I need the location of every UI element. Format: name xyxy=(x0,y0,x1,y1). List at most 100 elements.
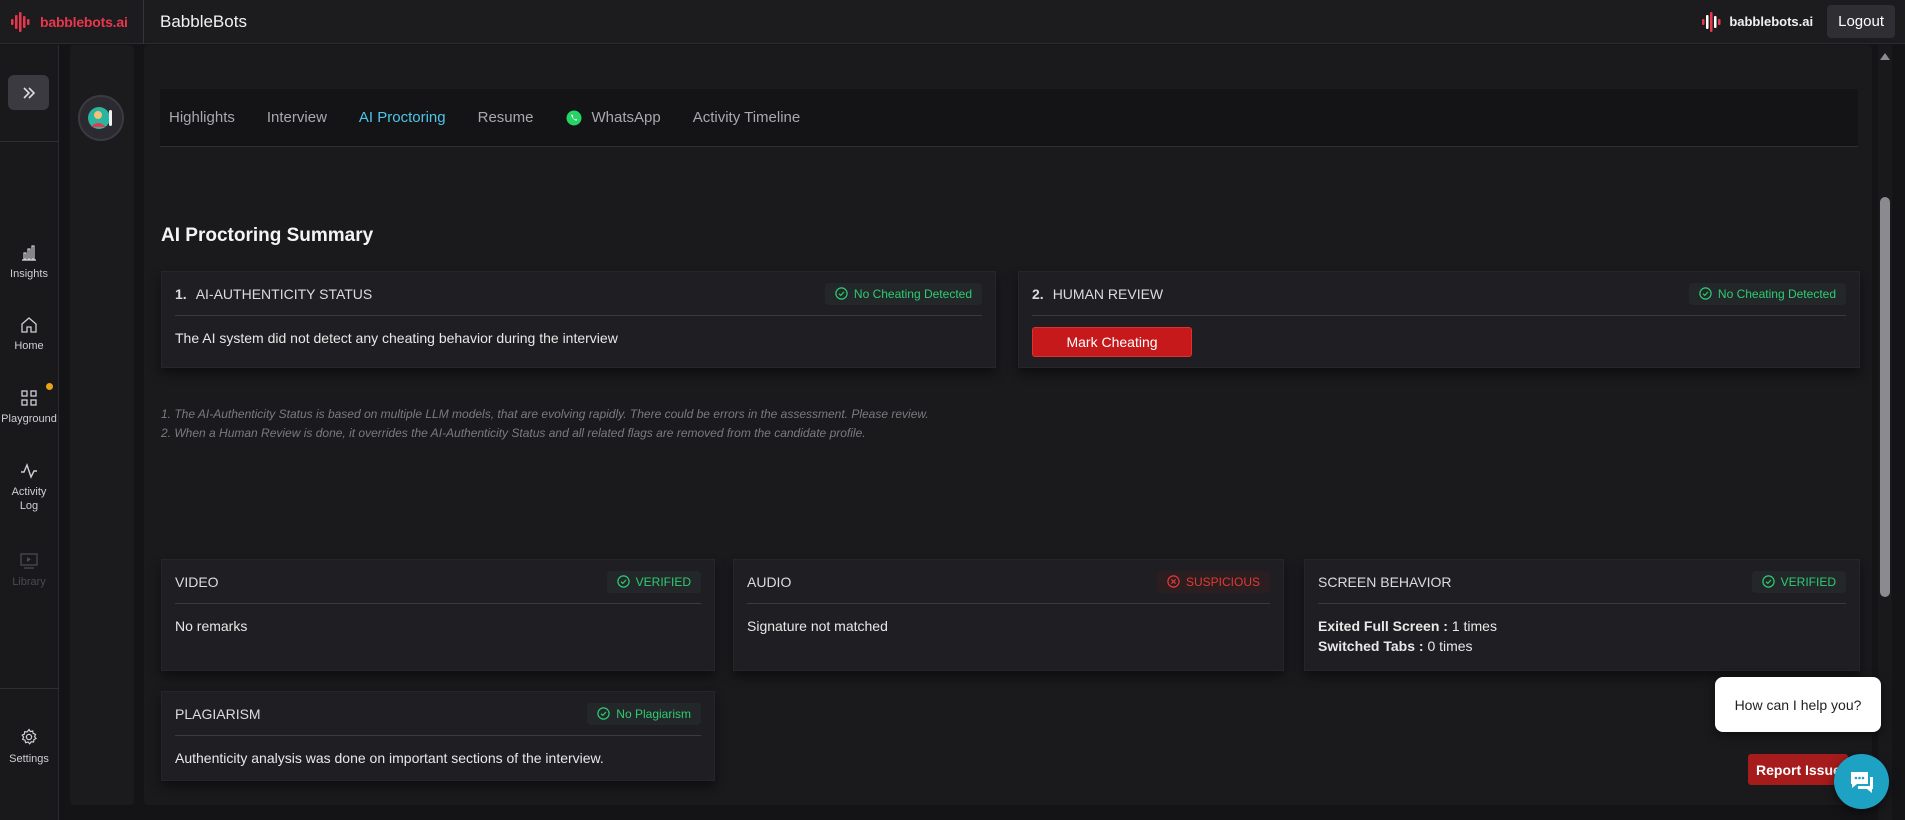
ai-authenticity-card: 1. AI-AUTHENTICITY STATUS No Cheating Det… xyxy=(161,271,996,368)
sidebar-item-playground[interactable]: Playground xyxy=(0,383,58,426)
status-badge: VERIFIED xyxy=(1751,570,1846,593)
tab-resume[interactable]: Resume xyxy=(478,109,534,126)
brand-small-logo: babblebots.ai xyxy=(1701,11,1814,32)
check-circle-icon xyxy=(1699,287,1712,300)
card-title: PLAGIARISM xyxy=(175,705,261,722)
home-icon xyxy=(21,317,37,333)
grid-icon xyxy=(21,390,37,406)
tab-label: Activity Timeline xyxy=(692,109,801,126)
status-badge: No Plagiarism xyxy=(587,702,701,725)
whatsapp-icon xyxy=(566,110,582,125)
exited-fullscreen-row: Exited Full Screen : 1 times xyxy=(1318,616,1497,636)
check-circle-icon xyxy=(835,287,848,300)
status-text: No Cheating Detected xyxy=(1717,286,1836,301)
double-chevron-right-icon xyxy=(22,86,35,99)
check-circle-icon xyxy=(1761,575,1775,588)
tab-label: WhatsApp xyxy=(591,109,661,126)
status-badge: No Cheating Detected xyxy=(1688,282,1846,305)
video-check-card: VIDEO VERIFIED No remarks xyxy=(161,559,715,671)
soundwave-logo-icon xyxy=(11,11,30,32)
card-title: VIDEO xyxy=(175,573,219,590)
card-header: SCREEN BEHAVIOR VERIFIED xyxy=(1318,560,1846,604)
report-issue-button[interactable]: Report Issue xyxy=(1748,754,1848,785)
tab-whatsapp[interactable]: WhatsApp xyxy=(565,109,661,127)
check-circle-icon xyxy=(597,707,610,720)
status-badge: No Cheating Detected xyxy=(824,282,982,305)
status-text: VERIFIED xyxy=(635,574,691,589)
brand-small-text: babblebots.ai xyxy=(1729,14,1814,29)
tab-highlights[interactable]: Highlights xyxy=(169,109,235,126)
tab-ai-proctoring[interactable]: AI Proctoring xyxy=(359,109,446,126)
avatar-illustration-icon xyxy=(88,107,112,129)
card-title: AUDIO xyxy=(747,573,792,590)
human-review-card: 2. HUMAN REVIEW No Cheating Detected Mark… xyxy=(1018,271,1860,368)
sidebar-divider xyxy=(0,141,59,142)
card-body: No remarks xyxy=(175,618,248,634)
logout-button[interactable]: Logout xyxy=(1827,5,1895,38)
chat-prompt-bubble[interactable]: How can I help you? xyxy=(1715,677,1881,732)
left-sidebar: Insights Home Playground Activity Log Li… xyxy=(0,45,59,820)
exited-value: 1 times xyxy=(1451,618,1497,634)
tab-label: Interview xyxy=(266,109,327,126)
card-body: Signature not matched xyxy=(747,618,888,634)
sidebar-item-insights[interactable]: Insights xyxy=(0,245,58,281)
mark-cheating-button[interactable]: Mark Cheating xyxy=(1032,327,1192,357)
tab-interview[interactable]: Interview xyxy=(267,109,327,126)
top-right-area: babblebots.ai Logout xyxy=(1701,5,1895,38)
sidebar-item-label: Activity Log xyxy=(11,486,47,512)
status-badge: VERIFIED xyxy=(606,570,701,593)
switched-value: 0 times xyxy=(1427,638,1473,654)
exited-label: Exited Full Screen : xyxy=(1318,618,1448,634)
soundwave-logo-icon xyxy=(1702,11,1721,32)
scroll-up-arrow-icon[interactable] xyxy=(1880,53,1890,60)
sidebar-item-label: Home xyxy=(14,340,44,352)
tab-activity-timeline[interactable]: Activity Timeline xyxy=(693,109,801,126)
notification-dot xyxy=(46,383,53,390)
card-header: AUDIO SUSPICIOUS xyxy=(747,560,1270,604)
sidebar-item-settings[interactable]: Settings xyxy=(0,728,58,766)
expand-sidebar-button[interactable] xyxy=(8,75,49,110)
top-bar: babblebots.ai BabbleBots babblebots.ai L… xyxy=(0,0,1905,44)
status-text: No Cheating Detected xyxy=(853,286,972,301)
card-number: 2. xyxy=(1032,285,1044,302)
bar-chart-icon xyxy=(22,245,36,261)
card-title-text: AI-AUTHENTICITY STATUS xyxy=(195,285,373,302)
library-icon xyxy=(20,553,38,569)
status-text: No Plagiarism xyxy=(616,706,691,721)
sidebar-item-label: Insights xyxy=(10,268,48,280)
sidebar-item-label: Library xyxy=(12,576,46,588)
status-text: SUSPICIOUS xyxy=(1185,574,1260,589)
card-header: PLAGIARISM No Plagiarism xyxy=(175,692,701,736)
status-badge: SUSPICIOUS xyxy=(1156,570,1270,593)
tab-label: AI Proctoring xyxy=(358,109,446,126)
check-circle-icon xyxy=(616,575,630,588)
switched-label: Switched Tabs : xyxy=(1318,638,1424,654)
sidebar-item-activity-log[interactable]: Activity Log xyxy=(0,463,58,513)
card-body: The AI system did not detect any cheatin… xyxy=(175,330,618,346)
scroll-thumb[interactable] xyxy=(1880,197,1890,597)
tab-label: Highlights xyxy=(169,109,235,126)
sidebar-divider xyxy=(0,688,59,689)
candidate-avatar[interactable] xyxy=(78,95,124,141)
tab-label: Resume xyxy=(477,109,534,126)
app-title: BabbleBots xyxy=(160,11,247,31)
tab-bar: Highlights Interview AI Proctoring Resum… xyxy=(160,89,1858,147)
gear-icon xyxy=(21,728,37,745)
brand-name: babblebots.ai xyxy=(40,13,128,30)
chat-launcher-button[interactable] xyxy=(1834,754,1889,809)
card-body: Authenticity analysis was done on import… xyxy=(175,750,604,766)
note-line: 2. When a Human Review is done, it overr… xyxy=(161,426,866,440)
section-title: AI Proctoring Summary xyxy=(161,225,374,246)
chat-bubble-icon xyxy=(1850,771,1873,793)
screen-behavior-card: SCREEN BEHAVIOR VERIFIED Exited Full Scr… xyxy=(1304,559,1860,671)
card-header: VIDEO VERIFIED xyxy=(175,560,701,604)
card-number: 1. xyxy=(175,285,187,302)
brand-logo[interactable]: babblebots.ai xyxy=(0,0,144,44)
card-title: 1. AI-AUTHENTICITY STATUS xyxy=(175,286,372,302)
sidebar-item-label: Settings xyxy=(9,753,49,765)
plagiarism-check-card: PLAGIARISM No Plagiarism Authenticity an… xyxy=(161,691,715,781)
status-text: VERIFIED xyxy=(1780,574,1836,589)
switched-tabs-row: Switched Tabs : 0 times xyxy=(1318,636,1497,656)
card-title-text: HUMAN REVIEW xyxy=(1052,285,1164,302)
sidebar-item-home[interactable]: Home xyxy=(0,317,58,353)
